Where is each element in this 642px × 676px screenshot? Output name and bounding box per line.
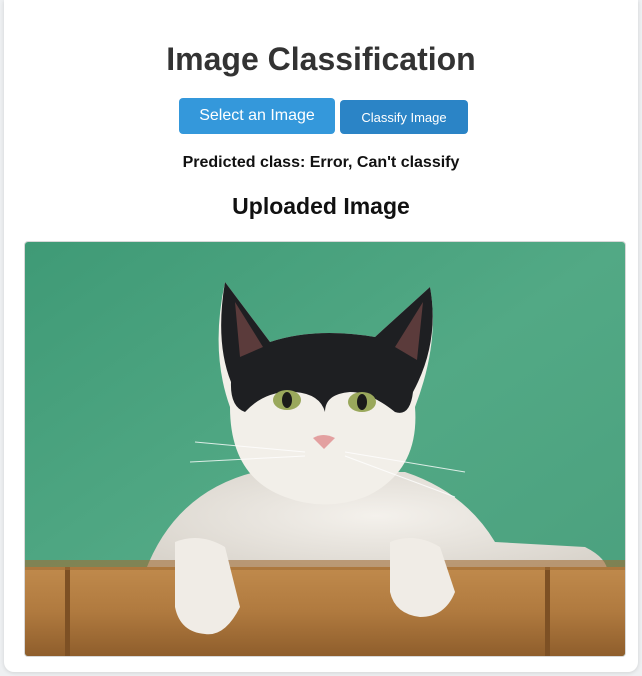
- page-title: Image Classification: [166, 41, 476, 77]
- uploaded-image: [24, 241, 626, 657]
- app-card: Image Classification Select an Image Cla…: [4, 0, 638, 672]
- prediction-result: Predicted class: Error, Can't classify: [182, 154, 460, 171]
- classify-image-button[interactable]: Classify Image: [340, 100, 468, 134]
- action-buttons: Select an Image Classify Image: [179, 98, 468, 134]
- cat-photo-icon: [25, 242, 625, 656]
- uploaded-image-heading: Uploaded Image: [232, 193, 410, 219]
- select-image-button[interactable]: Select an Image: [179, 98, 335, 134]
